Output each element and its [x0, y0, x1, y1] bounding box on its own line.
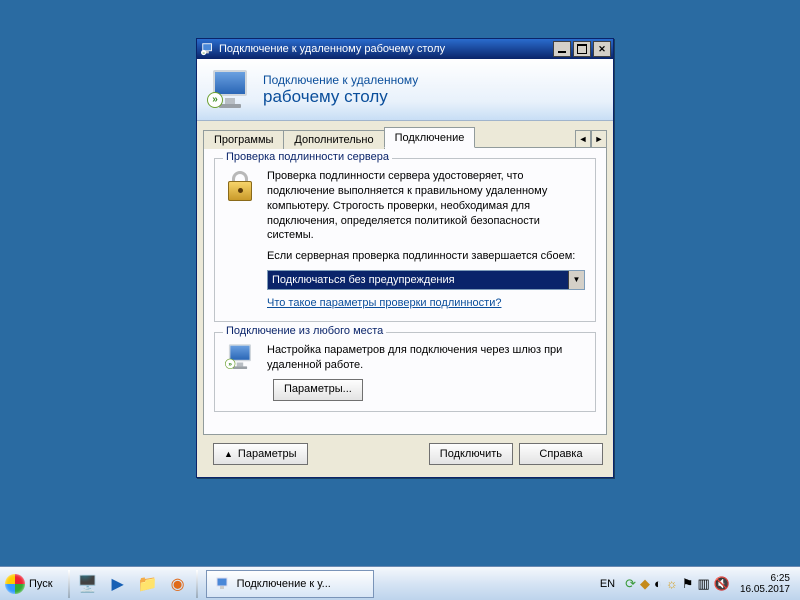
auth-description: Проверка подлинности сервера удостоверяе… — [267, 169, 585, 243]
lock-icon — [225, 169, 259, 311]
gateway-params-button[interactable]: Параметры... — [273, 379, 363, 401]
rdp-monitor-icon: » — [207, 68, 255, 112]
quick-launch: 🖥️ ▶ 📁 ◉ — [74, 570, 192, 598]
chevron-down-icon: ▼ — [568, 271, 584, 289]
start-button[interactable]: Пуск — [0, 569, 64, 599]
tab-advanced[interactable]: Дополнительно — [283, 130, 384, 149]
client-area: Программы Дополнительно Подключение ◄ ► … — [197, 121, 613, 477]
clock-time: 6:25 — [740, 573, 790, 584]
tray-volume-icon[interactable]: 🔇 — [714, 576, 730, 592]
ql-firefox-icon[interactable]: ◉ — [164, 570, 192, 598]
ql-server-manager-icon[interactable]: 🖥️ — [74, 570, 102, 598]
clock-date: 16.05.2017 — [740, 584, 790, 595]
tab-scroll-right[interactable]: ► — [591, 130, 607, 148]
options-label: Параметры — [238, 448, 297, 460]
dropdown-value: Подключаться без предупреждения — [268, 273, 568, 288]
banner-line2: рабочему столу — [263, 87, 418, 107]
lang-indicator[interactable]: EN — [596, 578, 619, 590]
help-button[interactable]: Справка — [519, 443, 603, 465]
options-toggle-button[interactable]: ▲ Параметры — [213, 443, 308, 465]
tab-strip: Программы Дополнительно Подключение ◄ ► — [203, 127, 607, 148]
auth-help-link[interactable]: Что такое параметры проверки подлинности… — [267, 296, 501, 311]
banner: » Подключение к удаленному рабочему стол… — [197, 59, 613, 121]
tab-page-connection: Проверка подлинности сервера Проверка по… — [203, 147, 607, 435]
tray-icons: ⟳ ◆ ◐ ☼ ⚑ ▥ 🔇 — [625, 576, 730, 592]
group-server-auth-caption: Проверка подлинности сервера — [223, 151, 392, 163]
ql-powershell-icon[interactable]: ▶ — [104, 570, 132, 598]
tray-clock[interactable]: 6:25 16.05.2017 — [736, 573, 794, 595]
maximize-button[interactable] — [573, 41, 591, 57]
group-connect-anywhere: Подключение из любого места » Настройка … — [214, 332, 596, 412]
window-title: Подключение к удаленному рабочему столу — [219, 43, 553, 55]
tab-programs[interactable]: Программы — [203, 130, 284, 149]
rdp-window: » Подключение к удаленному рабочему стол… — [196, 38, 614, 478]
banner-line1: Подключение к удаленному — [263, 73, 418, 87]
tray-network-icon[interactable]: ▥ — [697, 576, 709, 592]
dialog-footer: ▲ Параметры Подключить Справка — [203, 435, 607, 467]
taskbar-task-rdp[interactable]: Подключение к у... — [206, 570, 374, 598]
start-label: Пуск — [29, 578, 53, 590]
tab-scroll-left[interactable]: ◄ — [575, 130, 591, 148]
group-anywhere-caption: Подключение из любого места — [223, 325, 386, 337]
chevron-up-icon: ▲ — [224, 449, 233, 459]
tab-scroll: ◄ ► — [575, 130, 607, 148]
tab-connection[interactable]: Подключение — [384, 127, 476, 148]
windows-orb-icon — [5, 574, 25, 594]
tray-sun-icon[interactable]: ☼ — [666, 576, 678, 592]
tray-refresh-icon[interactable]: ⟳ — [625, 576, 636, 592]
close-button[interactable] — [593, 41, 611, 57]
task-icon — [215, 576, 231, 592]
auth-fail-label: Если серверная проверка подлинности заве… — [267, 249, 585, 264]
titlebar[interactable]: » Подключение к удаленному рабочему стол… — [197, 39, 613, 59]
task-title: Подключение к у... — [237, 578, 331, 590]
titlebar-buttons — [553, 41, 611, 57]
app-icon: » — [201, 42, 215, 56]
group-server-auth: Проверка подлинности сервера Проверка по… — [214, 158, 596, 322]
separator — [196, 570, 198, 598]
tray-flag-icon[interactable]: ⚑ — [682, 576, 694, 592]
anywhere-description: Настройка параметров для подключения чер… — [267, 343, 585, 373]
ql-explorer-icon[interactable]: 📁 — [134, 570, 162, 598]
rdp-gateway-icon: » — [225, 343, 259, 401]
system-tray: EN ⟳ ◆ ◐ ☼ ⚑ ▥ 🔇 6:25 16.05.2017 — [596, 573, 796, 595]
minimize-button[interactable] — [553, 41, 571, 57]
connect-button[interactable]: Подключить — [429, 443, 513, 465]
tray-app-icon[interactable]: ◆ — [640, 576, 650, 592]
banner-text: Подключение к удаленному рабочему столу — [263, 73, 418, 107]
tray-security-icon[interactable]: ◐ — [654, 576, 662, 592]
separator — [68, 570, 70, 598]
taskbar: Пуск 🖥️ ▶ 📁 ◉ Подключение к у... EN ⟳ ◆ … — [0, 566, 800, 600]
auth-fail-dropdown[interactable]: Подключаться без предупреждения ▼ — [267, 270, 585, 290]
